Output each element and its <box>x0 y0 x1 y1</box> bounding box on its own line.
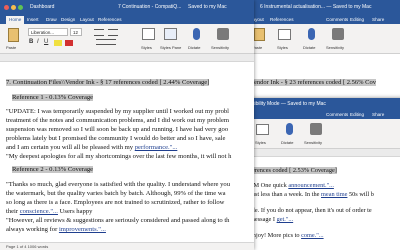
reference-1-label: Reference 1 - 0.13% Coverage <box>12 94 94 101</box>
paragraph-1-line-3: suspension was removed so I will soon be… <box>6 126 229 133</box>
third-window-titlebar: sibility Mode — Saved to my Mac <box>246 98 400 110</box>
third-line-3: ble. If you do not appear, then it's out… <box>250 207 372 214</box>
styles-icon[interactable] <box>142 28 155 40</box>
minimize-button[interactable] <box>11 5 16 10</box>
third-heading: ferences coded [ 2.53% Coverage] <box>250 167 337 174</box>
align-icon[interactable] <box>96 39 116 45</box>
front-window-ruler <box>0 54 254 62</box>
paragraph-1-line-5: and I am certain you will all be pleased… <box>6 144 178 151</box>
front-window-menubar: Home Insert Draw Design Layout Reference… <box>0 15 254 24</box>
back-window-ribbon: Paste Styles Dictate Sensitivity <box>246 24 400 54</box>
paste-icon[interactable] <box>8 28 19 42</box>
third-window-ruler <box>246 149 400 157</box>
sensitivity-icon[interactable] <box>332 28 344 40</box>
tab-references[interactable]: References <box>98 17 122 22</box>
ribbon-paste-label: Paste <box>6 45 17 50</box>
underline-icon[interactable]: U <box>44 39 48 45</box>
zoom-button[interactable] <box>18 5 23 10</box>
reference-2-label: Reference 2 - 0.13% Coverage <box>12 166 94 173</box>
third-ribbon-dictate: Dictate <box>281 140 294 145</box>
back-window-title: 6 Instrumental actualisation... — Saved … <box>260 4 372 10</box>
third-window-title: sibility Mode — Saved to my Mac <box>252 101 326 107</box>
come-link[interactable]: come."... <box>301 232 324 239</box>
ribbon-styles-pane-label: Styles Pane <box>160 45 182 50</box>
ribbon-dictate-label: Dictate <box>188 45 201 50</box>
third-line-2: just less than a week. In the mean time … <box>250 191 374 198</box>
third-tab-share[interactable]: Share <box>372 112 384 117</box>
font-color-icon[interactable] <box>65 40 73 46</box>
paragraph-3-line-2: the watermark, but the quality varies ba… <box>6 190 226 197</box>
back-window-menubar: Layout References Comments Editing Share <box>246 15 400 24</box>
ribbon-sensitivity-label: Sensitivity <box>211 45 230 50</box>
announcement-link[interactable]: announcement."... <box>288 182 334 189</box>
paragraph-1-line-1: "UPDATE: I was temporarily suspended by … <box>6 108 230 115</box>
tab-draw[interactable]: Draw <box>46 17 57 22</box>
front-window-titlebar: Dashboard 7 Continuation - CompatiQ... S… <box>0 0 254 15</box>
sensitivity-icon[interactable] <box>310 123 322 135</box>
back-ribbon-sensitivity: Sensitivity <box>326 45 345 50</box>
front-window-ribbon: Liberation... 12 B I U Styles Styles Pan… <box>0 24 254 54</box>
sensitivity-icon[interactable] <box>217 28 229 40</box>
back-window-titlebar: 6 Instrumental actualisation... — Saved … <box>246 0 400 15</box>
page-word-count: Page 1 of 4 1006 words <box>6 244 49 249</box>
improvements-link[interactable]: improvements."... <box>59 226 106 233</box>
font-name-dropdown[interactable]: Liberation... <box>28 28 68 36</box>
third-ribbon-sensitivity: Sensitivity <box>304 140 323 145</box>
styles-icon[interactable] <box>256 124 269 135</box>
styles-pane-icon[interactable] <box>164 28 177 40</box>
front-word-window: Dashboard 7 Continuation - CompatiQ... S… <box>0 0 254 250</box>
ribbon-styles-label: Styles <box>141 45 152 50</box>
status-bar: Page 1 of 4 1006 words <box>0 242 254 250</box>
back-tab-comments[interactable]: Comments <box>326 17 348 22</box>
italic-icon[interactable]: I <box>37 39 39 45</box>
paragraph-3-line-3: so long as there is a face. Employees ar… <box>6 199 225 206</box>
numbering-icon[interactable] <box>108 29 118 36</box>
paragraph-3-line-1: "Thanks so much, glad everyone is satisf… <box>6 181 231 188</box>
third-window-ribbon: Styles Dictate Sensitivity <box>246 119 400 149</box>
paragraph-5: always working for improvements."... <box>6 226 106 233</box>
tab-home[interactable]: Home <box>6 16 25 24</box>
paragraph-3-line-4: their conscience."... Users happy <box>6 208 93 215</box>
microphone-icon[interactable] <box>286 123 293 135</box>
microphone-icon[interactable] <box>193 28 200 40</box>
save-status: Saved to my Mac <box>188 4 227 10</box>
paragraph-1-line-2: treatment of the notes and communication… <box>6 117 230 124</box>
microphone-icon[interactable] <box>308 28 315 40</box>
performance-link[interactable]: performance."... <box>135 144 178 151</box>
back-heading: Vendor Ink - § 23 references coded [ 2.5… <box>250 79 376 86</box>
paste-icon[interactable] <box>254 28 265 41</box>
get-link[interactable]: get."... <box>277 216 294 223</box>
third-line-1: PM One quick announcement."... <box>250 182 334 189</box>
close-button[interactable] <box>4 5 9 10</box>
third-tab-editing[interactable]: Editing <box>350 112 364 117</box>
tab-design[interactable]: Design <box>61 17 75 22</box>
back-ribbon-styles: Styles <box>277 45 288 50</box>
bold-icon[interactable]: B <box>29 39 33 45</box>
document-title: 7 Continuation - CompatiQ... <box>118 4 182 10</box>
paragraph-4: "However, all reviews & suggestions are … <box>6 217 230 224</box>
conscience-link[interactable]: conscience."... <box>20 208 58 215</box>
back-tab-share[interactable]: Share <box>372 17 384 22</box>
paragraph-1-line-4: problems lately but I promised the commu… <box>6 135 226 142</box>
titlebar-left-label: Dashboard <box>30 4 55 10</box>
back-tab-editing[interactable]: Editing <box>350 17 364 22</box>
tab-layout[interactable]: Layout <box>80 17 94 22</box>
third-line-4: message I get."... <box>250 216 294 223</box>
third-ribbon-styles: Styles <box>255 140 266 145</box>
bullets-icon[interactable] <box>94 29 104 36</box>
third-line-5: enjoy! More pics to come."... <box>250 232 324 239</box>
tab-insert[interactable]: Insert <box>27 17 39 22</box>
third-tab-comments[interactable]: Comments <box>326 112 348 117</box>
font-size-dropdown[interactable]: 12 <box>70 28 82 36</box>
back-ribbon-dictate: Dictate <box>303 45 316 50</box>
coding-heading: 7. Continuation Files\\Vendor Ink - § 17… <box>6 79 210 86</box>
third-window-menubar: Comments Editing Share <box>246 110 400 119</box>
paragraph-2: "My deepest apologies for all my shortco… <box>6 153 232 160</box>
mean-time-link[interactable]: mean time <box>321 191 347 198</box>
styles-icon[interactable] <box>278 29 291 40</box>
highlight-icon[interactable] <box>54 40 62 46</box>
back-menu-references[interactable]: References <box>270 17 294 22</box>
third-word-window: sibility Mode — Saved to my Mac Comments… <box>246 98 400 250</box>
